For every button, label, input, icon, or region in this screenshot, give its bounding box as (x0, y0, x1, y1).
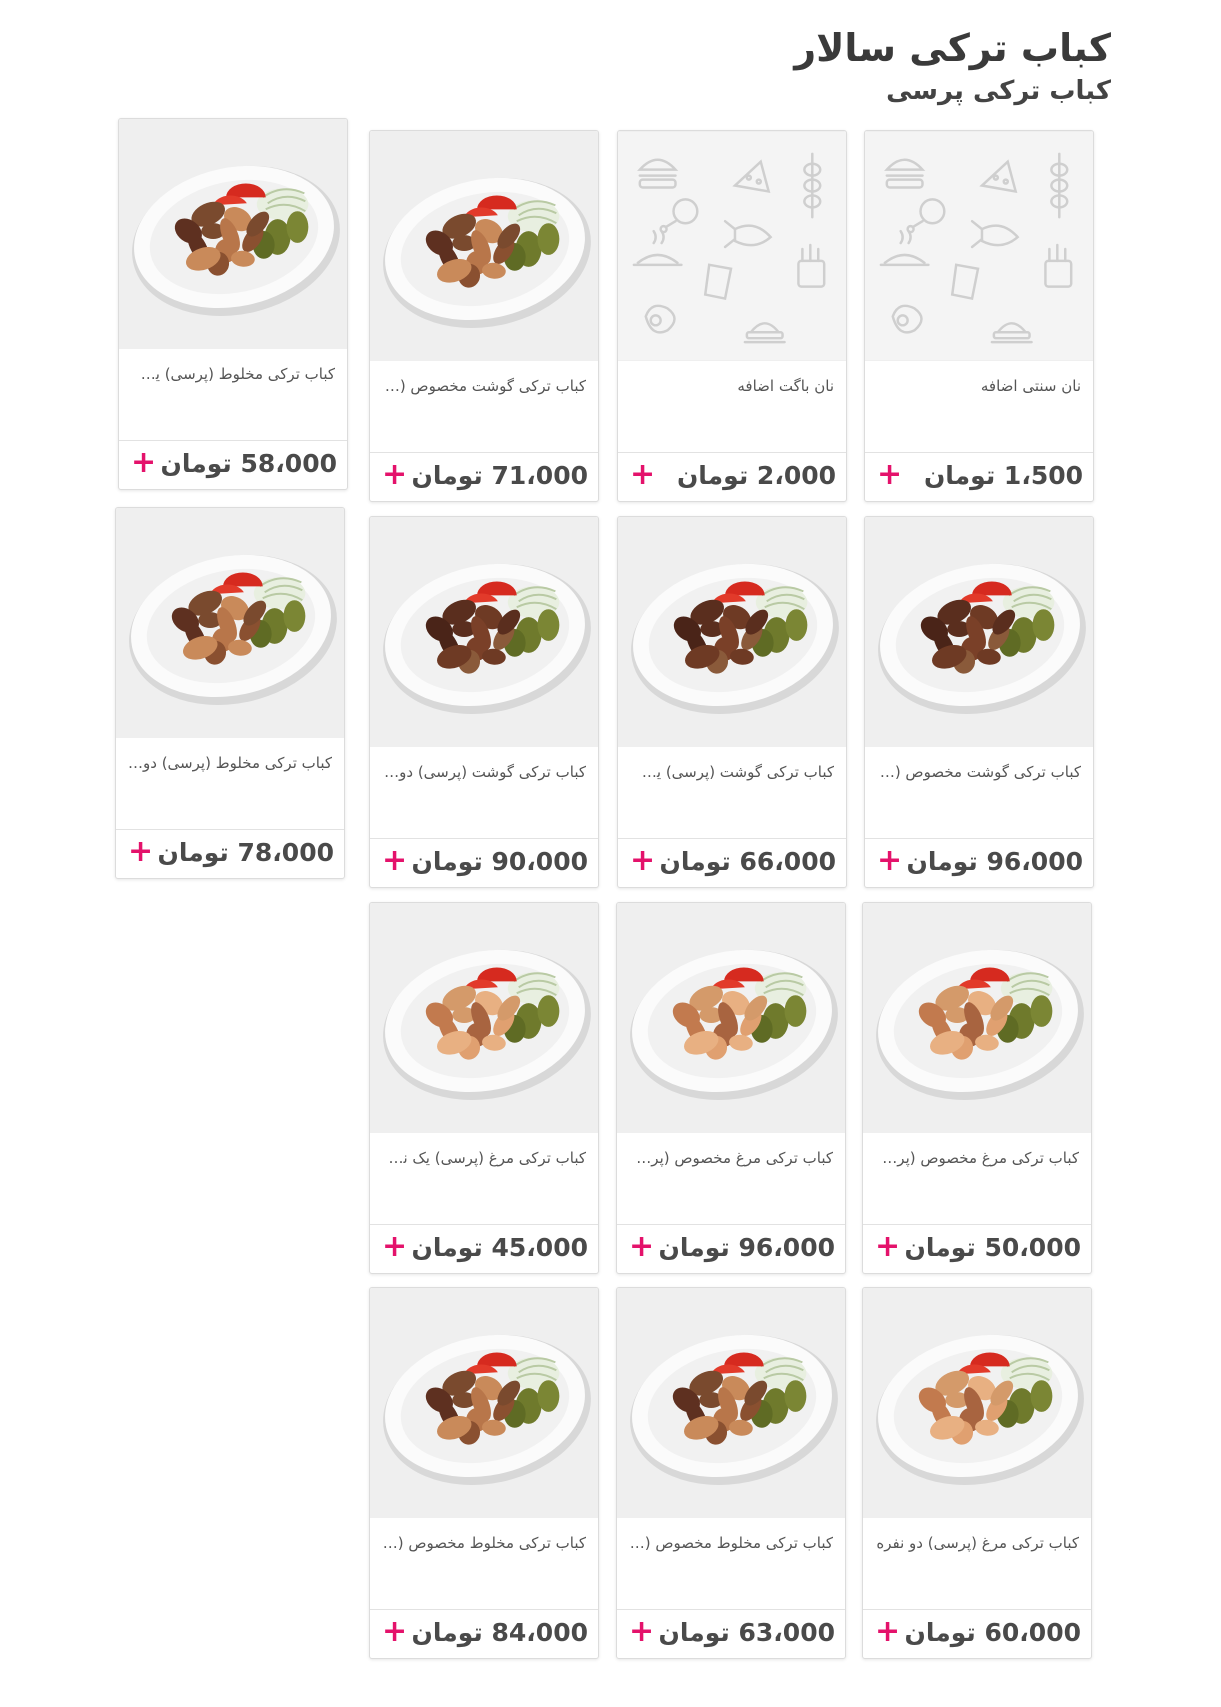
product-card[interactable]: کباب ترکی گوشت مخصوص (پر… + 96،000 تومان (864, 516, 1094, 888)
placeholder-image[interactable] (618, 131, 846, 361)
plus-icon[interactable]: + (128, 834, 153, 870)
product-name[interactable]: کباب ترکی گوشت (پرسی) یک نفره (630, 763, 834, 781)
product-image[interactable] (370, 903, 598, 1133)
product-card[interactable]: کباب ترکی مرغ مخصوص (پرسی… + 50،000 توما… (862, 902, 1092, 1274)
product-image[interactable] (617, 903, 845, 1133)
plus-icon[interactable]: + (382, 1229, 407, 1265)
product-card[interactable]: کباب ترکی مخلوط (پرسی) یک نف… + 58،000 ت… (118, 118, 348, 490)
plus-icon[interactable]: + (875, 1229, 900, 1265)
product-name[interactable]: کباب ترکی مرغ (پرسی) دو نفره (875, 1534, 1079, 1552)
product-card[interactable]: کباب ترکی مخلوط مخصوص (پر… + 84،000 توما… (369, 1287, 599, 1659)
plus-icon[interactable]: + (629, 1614, 654, 1650)
product-card[interactable]: کباب ترکی مرغ (پرسی) یک نفره + 45،000 تو… (369, 902, 599, 1274)
product-name[interactable]: کباب ترکی مرغ مخصوص (پرسی… (629, 1149, 833, 1167)
card-footer: + 1،500 تومان (865, 452, 1093, 501)
product-card[interactable]: کباب ترکی مرغ مخصوص (پرسی… + 96،000 توما… (616, 902, 846, 1274)
card-footer: + 60،000 تومان (863, 1609, 1091, 1658)
product-price: 58،000 تومان (160, 449, 337, 478)
plus-icon[interactable]: + (630, 457, 655, 493)
product-image[interactable] (863, 1288, 1091, 1518)
product-name[interactable]: کباب ترکی مخلوط مخصوص (پر… (629, 1534, 833, 1552)
product-name[interactable]: کباب ترکی مرغ (پرسی) یک نفره (382, 1149, 586, 1167)
plus-icon[interactable]: + (131, 445, 156, 481)
product-image[interactable] (863, 903, 1091, 1133)
product-price: 2،000 تومان (676, 461, 836, 490)
category-title: کباب ترکی پرسی (886, 76, 1111, 106)
card-footer: + 63،000 تومان (617, 1609, 845, 1658)
product-card[interactable]: کباب ترکی مخلوط (پرسی) دو نفره + 78،000 … (115, 507, 345, 879)
product-price: 50،000 تومان (904, 1233, 1081, 1262)
plus-icon[interactable]: + (877, 457, 902, 493)
product-card[interactable]: کباب ترکی گوشت (پرسی) یک نفره + 66،000 ت… (617, 516, 847, 888)
card-footer: + 71،000 تومان (370, 452, 598, 501)
card-footer: + 78،000 تومان (116, 829, 344, 878)
placeholder-image[interactable] (865, 131, 1093, 361)
product-image[interactable] (617, 1288, 845, 1518)
product-name[interactable]: نان سنتی اضافه (877, 377, 1081, 395)
product-image[interactable] (370, 1288, 598, 1518)
plus-icon[interactable]: + (629, 1229, 654, 1265)
product-name[interactable]: کباب ترکی گوشت مخصوص (پر… (382, 377, 586, 395)
product-name[interactable]: کباب ترکی گوشت (پرسی) دو نفره (382, 763, 586, 781)
product-name[interactable]: نان باگت اضافه (630, 377, 834, 395)
plus-icon[interactable]: + (875, 1614, 900, 1650)
product-name[interactable]: کباب ترکی مخلوط مخصوص (پر… (382, 1534, 586, 1552)
plus-icon[interactable]: + (382, 457, 407, 493)
product-image[interactable] (370, 131, 598, 361)
card-footer: + 84،000 تومان (370, 1609, 598, 1658)
product-card[interactable]: نان باگت اضافه + 2،000 تومان (617, 130, 847, 502)
page-header: کباب ترکی سالار کباب ترکی پرسی (794, 22, 1111, 108)
product-name[interactable]: کباب ترکی گوشت مخصوص (پر… (877, 763, 1081, 781)
product-price: 96،000 تومان (906, 847, 1083, 876)
plus-icon[interactable]: + (382, 843, 407, 879)
product-price: 45،000 تومان (411, 1233, 588, 1262)
product-price: 90،000 تومان (411, 847, 588, 876)
product-name[interactable]: کباب ترکی مرغ مخصوص (پرسی… (875, 1149, 1079, 1167)
product-name[interactable]: کباب ترکی مخلوط (پرسی) دو نفره (128, 754, 332, 772)
card-footer: + 58،000 تومان (119, 440, 347, 489)
product-card[interactable]: کباب ترکی مخلوط مخصوص (پر… + 63،000 توما… (616, 1287, 846, 1659)
product-price: 1،500 تومان (923, 461, 1083, 490)
product-image[interactable] (370, 517, 598, 747)
card-footer: + 96،000 تومان (865, 838, 1093, 887)
card-footer: + 45،000 تومان (370, 1224, 598, 1273)
card-footer: + 96،000 تومان (617, 1224, 845, 1273)
product-price: 96،000 تومان (658, 1233, 835, 1262)
product-image[interactable] (618, 517, 846, 747)
card-footer: + 2،000 تومان (618, 452, 846, 501)
product-card[interactable]: کباب ترکی گوشت مخصوص (پر… + 71،000 تومان (369, 130, 599, 502)
plus-icon[interactable]: + (382, 1614, 407, 1650)
product-price: 66،000 تومان (659, 847, 836, 876)
product-price: 63،000 تومان (658, 1618, 835, 1647)
product-price: 84،000 تومان (411, 1618, 588, 1647)
product-card[interactable]: نان سنتی اضافه + 1،500 تومان (864, 130, 1094, 502)
product-name[interactable]: کباب ترکی مخلوط (پرسی) یک نف… (131, 365, 335, 383)
card-footer: + 50،000 تومان (863, 1224, 1091, 1273)
product-image[interactable] (865, 517, 1093, 747)
plus-icon[interactable]: + (630, 843, 655, 879)
product-price: 71،000 تومان (411, 461, 588, 490)
restaurant-title: کباب ترکی سالار (794, 26, 1111, 70)
product-price: 78،000 تومان (157, 838, 334, 867)
card-footer: + 66،000 تومان (618, 838, 846, 887)
plus-icon[interactable]: + (877, 843, 902, 879)
product-card[interactable]: کباب ترکی مرغ (پرسی) دو نفره + 60،000 تو… (862, 1287, 1092, 1659)
product-image[interactable] (116, 508, 344, 738)
product-card[interactable]: کباب ترکی گوشت (پرسی) دو نفره + 90،000 ت… (369, 516, 599, 888)
card-footer: + 90،000 تومان (370, 838, 598, 887)
product-image[interactable] (119, 119, 347, 349)
product-price: 60،000 تومان (904, 1618, 1081, 1647)
